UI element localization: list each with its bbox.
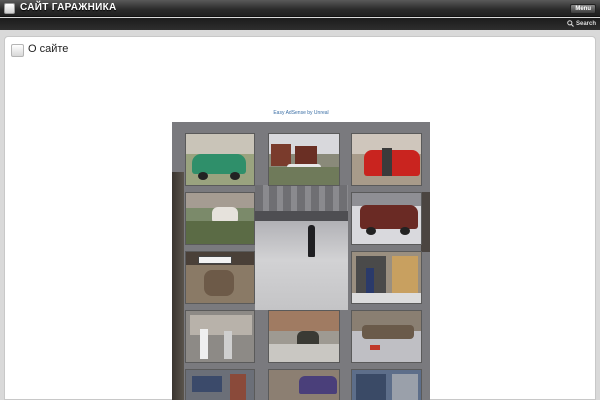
photo-thumbnail[interactable]	[185, 192, 255, 245]
collage-fence	[255, 211, 348, 221]
page-title: О сайте	[28, 43, 69, 55]
adsense-link[interactable]: Easy AdSense by Unreal	[5, 110, 597, 116]
photo-thumbnail[interactable]	[351, 310, 422, 363]
adsense-link-text[interactable]: Easy AdSense by Unreal	[273, 110, 328, 116]
site-title[interactable]: САЙТ ГАРАЖНИКА	[20, 2, 117, 13]
photo-thumbnail[interactable]	[185, 251, 255, 304]
content-panel: О сайте Easy AdSense by Unreal	[4, 36, 596, 400]
collage-background-wall-right	[421, 192, 430, 252]
site-logo-icon[interactable]	[4, 3, 15, 14]
photo-thumbnail[interactable]	[351, 133, 422, 186]
collage-person	[308, 225, 315, 257]
photo-thumbnail[interactable]	[268, 369, 340, 400]
photo-thumbnail[interactable]	[268, 310, 340, 363]
site-header: САЙТ ГАРАЖНИКА Menu	[0, 0, 600, 17]
photo-thumbnail[interactable]	[185, 133, 255, 186]
photo-thumbnail[interactable]	[185, 369, 255, 400]
photo-thumbnail[interactable]	[351, 251, 422, 304]
collage-center-snow-scene	[255, 185, 348, 310]
search-button[interactable]: Search	[567, 20, 596, 27]
search-icon	[567, 20, 574, 27]
search-label: Search	[575, 20, 596, 27]
collage-background-wall	[172, 172, 184, 400]
photo-thumbnail[interactable]	[185, 310, 255, 363]
page-icon	[11, 44, 24, 57]
photo-thumbnail[interactable]	[351, 192, 422, 245]
photo-thumbnail[interactable]	[351, 369, 422, 400]
photo-thumbnail[interactable]	[268, 133, 340, 186]
menu-button[interactable]: Menu	[570, 4, 596, 14]
search-bar: Search	[0, 18, 600, 30]
photo-collage	[172, 122, 430, 400]
